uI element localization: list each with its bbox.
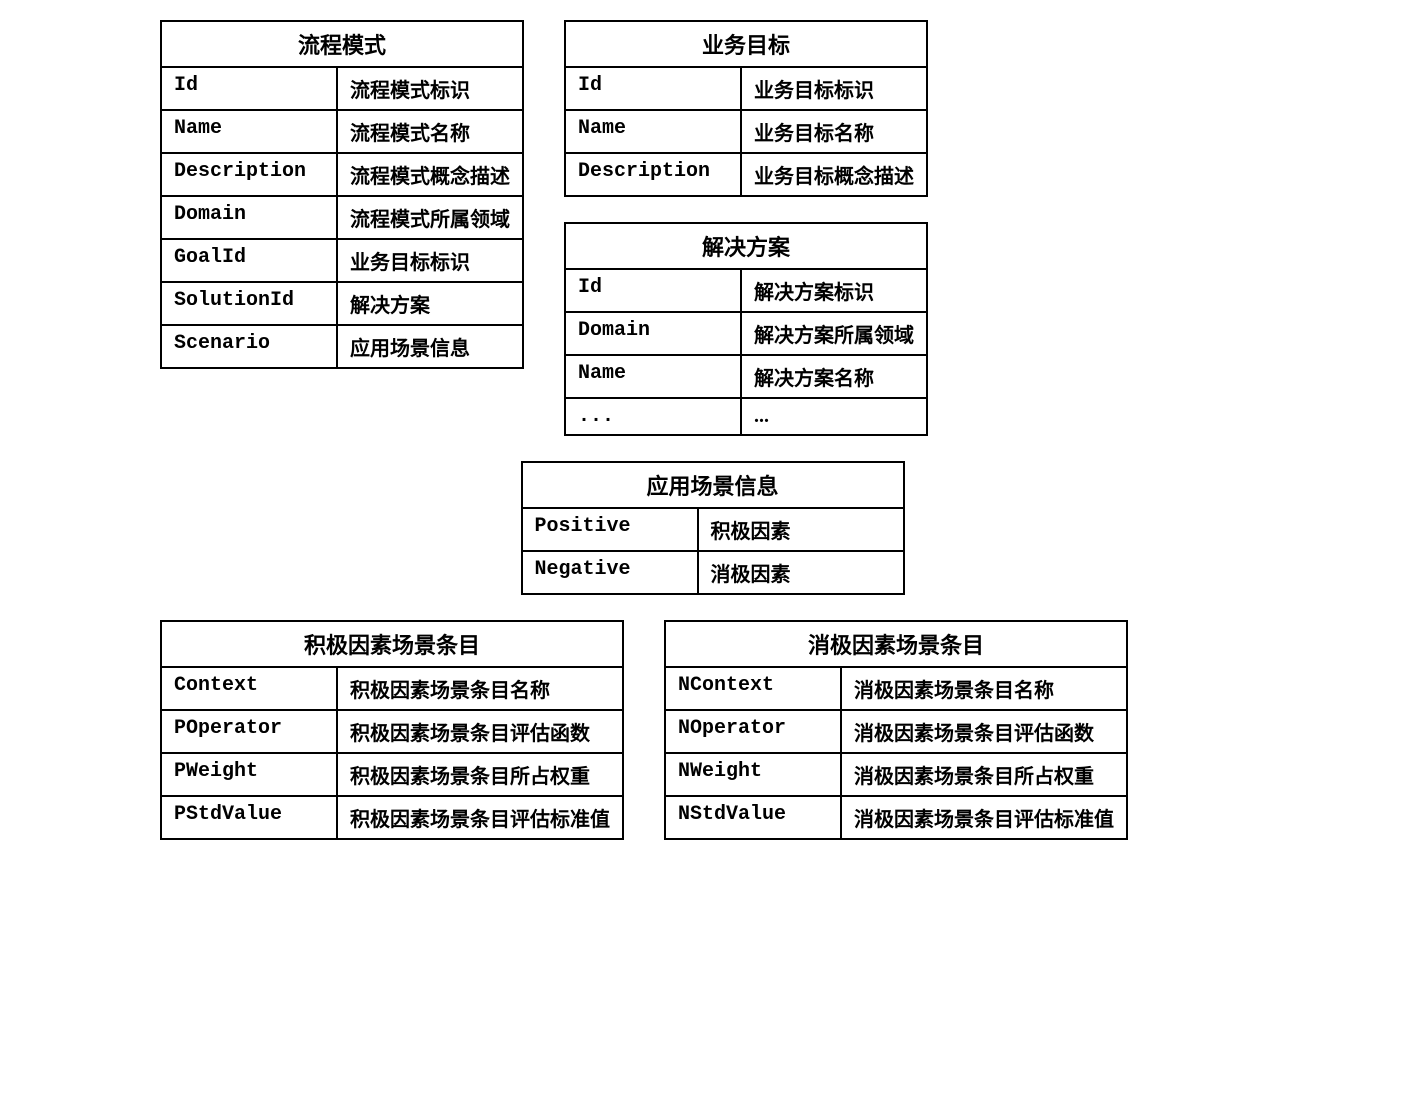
positive-entry-table: 积极因素场景条目 Context积极因素场景条目名称 POperator积极因素…	[160, 620, 624, 840]
table-row: NWeight消极因素场景条目所占权重	[665, 753, 1127, 796]
table-row: Id流程模式标识	[161, 67, 523, 110]
table-row: NStdValue消极因素场景条目评估标准值	[665, 796, 1127, 839]
table-row: Id业务目标标识	[565, 67, 927, 110]
business-goal-table: 业务目标 Id业务目标标识 Name业务目标名称 Description业务目标…	[564, 20, 928, 197]
table-row: NOperator消极因素场景条目评估函数	[665, 710, 1127, 753]
table-row: Scenario应用场景信息	[161, 325, 523, 368]
table-row: PWeight积极因素场景条目所占权重	[161, 753, 623, 796]
table-row: SolutionId解决方案	[161, 282, 523, 325]
negative-entry-title: 消极因素场景条目	[665, 621, 1127, 667]
table-row: Name业务目标名称	[565, 110, 927, 153]
table-row: Positive积极因素	[522, 508, 904, 551]
table-row: GoalId业务目标标识	[161, 239, 523, 282]
positive-entry-title: 积极因素场景条目	[161, 621, 623, 667]
table-row: Name流程模式名称	[161, 110, 523, 153]
scenario-info-table: 应用场景信息 Positive积极因素 Negative消极因素	[521, 461, 905, 595]
process-mode-table: 流程模式 Id流程模式标识 Name流程模式名称 Description流程模式…	[160, 20, 524, 369]
table-row: ......	[565, 398, 927, 435]
table-row: POperator积极因素场景条目评估函数	[161, 710, 623, 753]
solution-table: 解决方案 Id解决方案标识 Domain解决方案所属领域 Name解决方案名称 …	[564, 222, 928, 436]
table-row: Negative消极因素	[522, 551, 904, 594]
process-mode-title: 流程模式	[161, 21, 523, 67]
business-goal-title: 业务目标	[565, 21, 927, 67]
table-row: PStdValue积极因素场景条目评估标准值	[161, 796, 623, 839]
solution-title: 解决方案	[565, 223, 927, 269]
negative-entry-table: 消极因素场景条目 NContext消极因素场景条目名称 NOperator消极因…	[664, 620, 1128, 840]
table-row: Domain解决方案所属领域	[565, 312, 927, 355]
table-row: Description流程模式概念描述	[161, 153, 523, 196]
table-row: Name解决方案名称	[565, 355, 927, 398]
table-row: Id解决方案标识	[565, 269, 927, 312]
table-row: Context积极因素场景条目名称	[161, 667, 623, 710]
scenario-info-title: 应用场景信息	[522, 462, 904, 508]
table-row: Description业务目标概念描述	[565, 153, 927, 196]
table-row: Domain流程模式所属领域	[161, 196, 523, 239]
table-row: NContext消极因素场景条目名称	[665, 667, 1127, 710]
